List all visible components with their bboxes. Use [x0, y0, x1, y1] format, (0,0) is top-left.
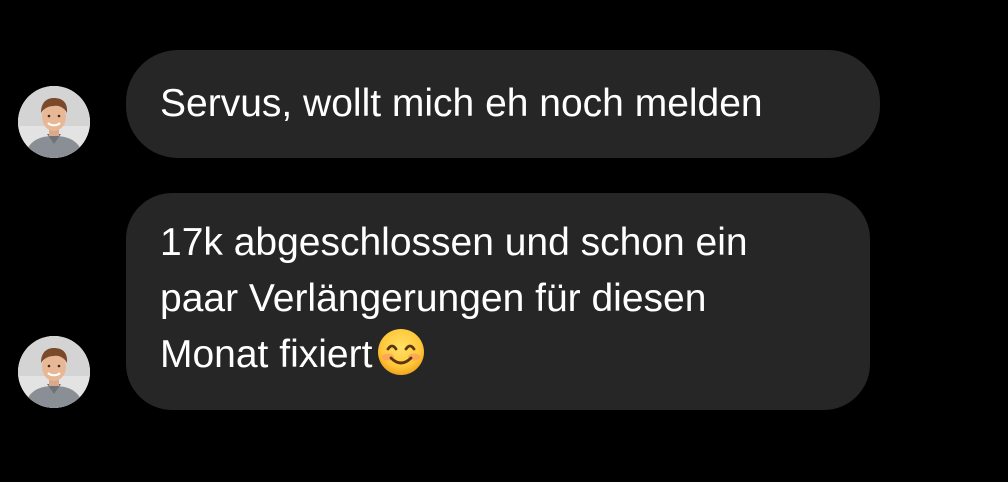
message-bubble[interactable]: Servus, wollt mich eh noch melden	[126, 50, 880, 158]
message-bubble[interactable]: 17k abgeschlossen und schon ein paar Ver…	[126, 193, 870, 410]
avatar[interactable]	[18, 86, 90, 158]
message-text: Servus, wollt mich eh noch melden	[160, 82, 763, 125]
avatar-photo-icon	[18, 336, 90, 408]
avatar[interactable]	[18, 336, 90, 408]
message-text-line: 17k abgeschlossen und schon ein	[160, 221, 748, 264]
message-text: Monat fixiert	[160, 333, 373, 376]
avatar-photo-icon	[18, 86, 90, 158]
message-text-line: paar Verlängerungen für diesen	[160, 277, 707, 320]
message-text-line-last: Monat fixiert	[160, 327, 836, 393]
smiling-face-with-smiling-eyes-icon	[376, 327, 426, 393]
message-thread: Servus, wollt mich eh noch melden 17k ab…	[0, 0, 1008, 482]
